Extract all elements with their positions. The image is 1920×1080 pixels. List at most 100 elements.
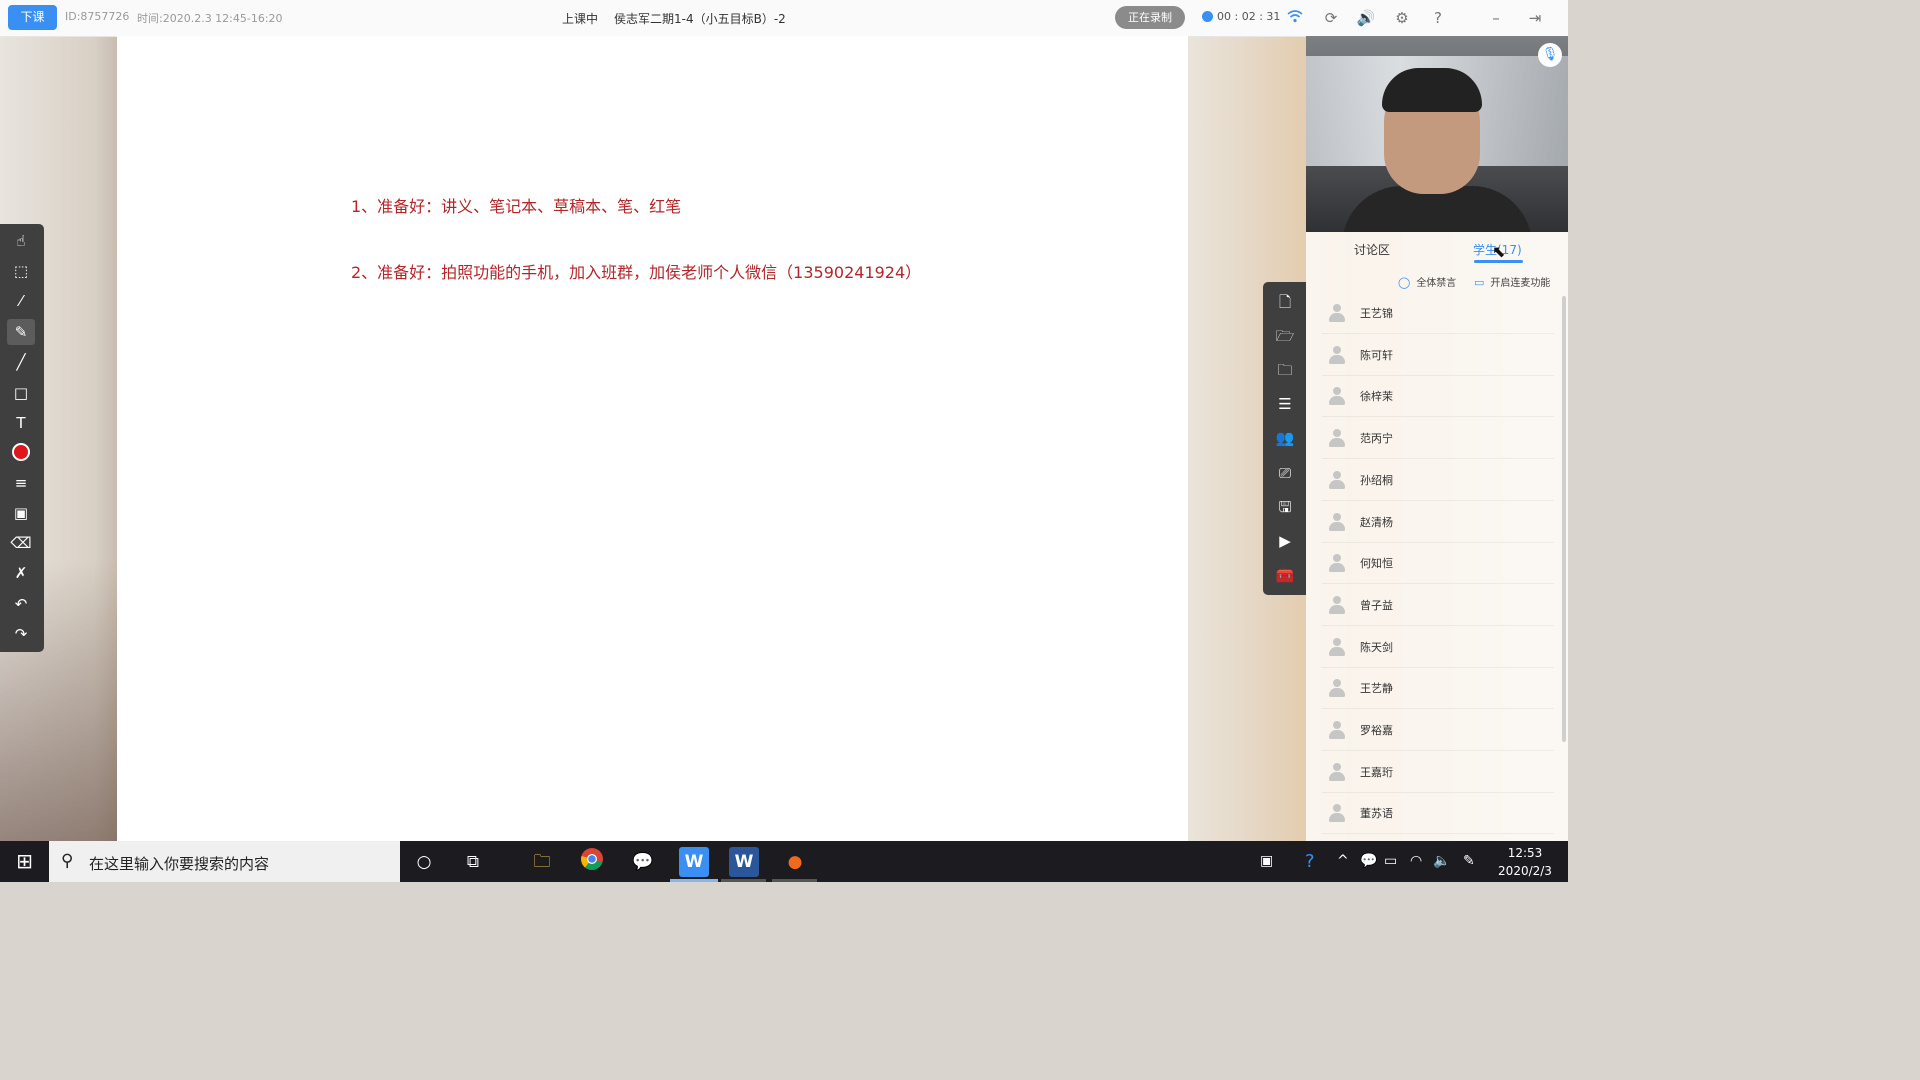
courseware-icon[interactable]: 🗀 [1273, 358, 1297, 382]
minimize-icon[interactable]: – [1486, 8, 1506, 28]
user-avatar-icon [1328, 470, 1346, 490]
end-class-button[interactable]: 下课 [8, 5, 57, 30]
video-person-hair [1382, 68, 1482, 112]
add-page-icon[interactable]: 🗋 [1273, 290, 1297, 314]
undo-icon[interactable]: ↶ [7, 591, 35, 617]
tray-app-icon[interactable]: ▣ [1260, 853, 1273, 869]
list-icon[interactable]: ☰ [1273, 392, 1297, 416]
hand-icon[interactable]: ☝ [7, 228, 35, 254]
student-row[interactable]: 罗裕嘉 [1322, 710, 1554, 751]
user-avatar-icon [1328, 303, 1346, 323]
student-row[interactable]: 赵清杨 [1322, 502, 1554, 543]
student-name: 赵清杨 [1360, 515, 1393, 529]
student-row[interactable]: 陈天剑 [1322, 627, 1554, 668]
app-icon[interactable]: ● [780, 847, 810, 877]
eraser-icon[interactable]: ⌫ [7, 530, 35, 556]
student-name: 何知恒 [1360, 557, 1393, 571]
exit-icon[interactable]: ⇥ [1525, 8, 1545, 28]
teacher-video [1306, 36, 1568, 232]
network-icon[interactable]: ◠ [1410, 853, 1422, 869]
whiteboard[interactable]: 1、准备好：讲义、笔记本、草稿本、笔、红笔 2、准备好：拍照功能的手机，加入班群… [117, 36, 1188, 841]
line-width-icon[interactable]: ≡ [7, 470, 35, 496]
taskbar-search-placeholder: 在这里输入你要搜索的内容 [89, 855, 270, 873]
student-name: 陈天剑 [1360, 640, 1393, 654]
wifi-icon[interactable] [1285, 8, 1305, 28]
wechat-icon[interactable]: 💬 [628, 847, 658, 877]
video-camera-icon: ▭ [1474, 276, 1485, 289]
clear-icon[interactable]: ✗ [7, 560, 35, 586]
taskbar-clock[interactable]: 12:53 2020/2/3 [1490, 844, 1560, 880]
student-row[interactable]: 范丙宁 [1322, 418, 1554, 460]
user-avatar-icon [1328, 345, 1346, 365]
course-title: 侯志军二期1-4（小五目标B）-2 [614, 12, 786, 26]
speaker-icon[interactable]: 🔈 [1433, 853, 1450, 869]
settings-icon[interactable]: ⚙ [1392, 8, 1412, 28]
select-icon[interactable]: ⬚ [7, 258, 35, 284]
student-row[interactable]: 王艺静 [1322, 668, 1554, 710]
screen-share-icon[interactable]: ⎚ [1273, 461, 1297, 485]
user-avatar-icon [1328, 720, 1346, 740]
battery-icon[interactable]: ▭ [1384, 853, 1397, 869]
windows-start-icon[interactable]: ⊞ [0, 841, 49, 882]
open-folder-icon[interactable]: 🗁 [1273, 324, 1297, 348]
file-explorer-icon[interactable]: 🗀 [527, 847, 557, 877]
whiteboard-app-icon[interactable]: W [679, 847, 709, 877]
student-name: 徐梓茉 [1360, 390, 1393, 404]
student-name: 曾子益 [1360, 598, 1393, 612]
refresh-icon[interactable]: ⟳ [1321, 8, 1341, 28]
text-icon[interactable]: T [7, 410, 35, 436]
task-view-icon[interactable]: ⧉ [458, 847, 488, 877]
play-icon[interactable]: ▶ [1273, 529, 1297, 553]
laser-pointer-icon[interactable]: ⁄ [7, 288, 35, 314]
pen-icon[interactable]: ✎ [7, 319, 35, 345]
recording-button[interactable]: 正在录制 [1115, 6, 1185, 29]
mute-all-button[interactable]: ◯ 全体禁言 [1398, 274, 1456, 289]
help-icon[interactable]: ? [1428, 8, 1448, 28]
student-row[interactable]: 王嘉珩 [1322, 752, 1554, 793]
clock-date: 2020/2/3 [1498, 864, 1552, 878]
student-row[interactable]: 何知恒 [1322, 543, 1554, 585]
student-row[interactable]: 孙绍桐 [1322, 460, 1554, 501]
student-name: 王嘉珩 [1360, 765, 1393, 779]
microphone-icon[interactable]: 🎙 [1538, 43, 1562, 67]
student-name: 王艺静 [1360, 682, 1393, 696]
cortana-icon[interactable]: ○ [409, 847, 439, 877]
chevron-up-icon[interactable]: ^ [1337, 853, 1349, 869]
drawing-toolbar: ☝ ⬚ ⁄ ✎ ╱ □ T ≡ ▣ ⌫ ✗ ↶ ↷ [0, 224, 44, 652]
image-icon[interactable]: ▣ [7, 500, 35, 526]
rectangle-icon[interactable]: □ [7, 380, 35, 406]
clock-time: 12:53 [1507, 846, 1543, 860]
tab-discussion[interactable]: 讨论区 [1354, 241, 1390, 258]
chat-bubble-icon: ◯ [1398, 276, 1411, 289]
save-icon[interactable]: 🖫 [1273, 495, 1297, 519]
whiteboard-note-2: 2、准备好：拍照功能的手机，加入班群，加侯老师个人微信（13590241924） [351, 263, 922, 282]
user-avatar-icon [1328, 637, 1346, 657]
help-tray-icon[interactable]: ? [1305, 851, 1315, 872]
line-icon[interactable]: ╱ [7, 349, 35, 375]
taskbar-search[interactable]: ⚲ 在这里输入你要搜索的内容 [49, 841, 400, 882]
user-avatar-icon [1328, 553, 1346, 573]
student-row[interactable]: 董苏语 [1322, 793, 1554, 835]
class-time: 时间:2020.2.3 12:45-16:20 [137, 12, 283, 25]
toolbox-icon[interactable]: 🧰 [1273, 563, 1297, 587]
enable-mic-label: 开启连麦功能 [1490, 278, 1551, 289]
volume-icon[interactable]: 🔊 [1356, 8, 1376, 28]
class-title-bar: 上课中 侯志军二期1-4（小五目标B）-2 [562, 10, 786, 27]
color-icon[interactable] [7, 440, 35, 466]
wechat-tray-icon[interactable]: 💬 [1360, 853, 1377, 869]
elapsed-timer: 00 : 02 : 31 [1202, 10, 1280, 23]
student-row[interactable]: 曾子益 [1322, 585, 1554, 626]
word-icon[interactable]: W [729, 847, 759, 877]
student-row[interactable]: 王艺锦 [1322, 293, 1554, 334]
redo-icon[interactable]: ↷ [7, 621, 35, 647]
student-list-scrollbar[interactable] [1562, 296, 1566, 742]
users-icon[interactable]: 👥 [1273, 426, 1297, 450]
student-row[interactable]: 陈可轩 [1322, 335, 1554, 376]
pen-tray-icon[interactable]: ✎ [1463, 853, 1475, 869]
student-name: 孙绍桐 [1360, 473, 1393, 487]
chrome-icon[interactable] [577, 847, 607, 877]
user-avatar-icon [1328, 803, 1346, 823]
mouse-cursor-icon: ⬉ [1492, 242, 1506, 261]
enable-mic-button[interactable]: ▭ 开启连麦功能 [1474, 274, 1550, 289]
student-row[interactable]: 徐梓茉 [1322, 376, 1554, 418]
